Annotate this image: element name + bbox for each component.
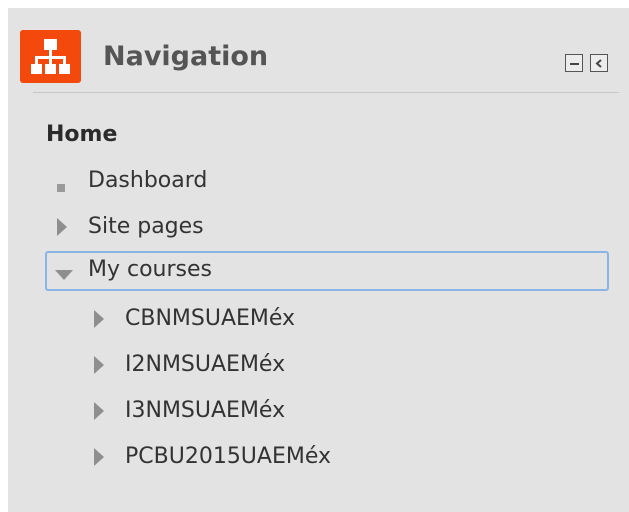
header-divider [33,92,619,93]
course-item[interactable]: I3NMSUAEMéx [88,395,488,429]
nav-item-label: Dashboard [88,168,208,193]
block-title: Navigation [103,41,269,72]
course-label: I2NMSUAEMéx [125,352,286,377]
course-item[interactable]: PCBU2015UAEMéx [88,441,488,475]
course-label: I3NMSUAEMéx [125,398,286,423]
block-header: Navigation [8,8,629,94]
dock-left-icon[interactable] [590,54,608,72]
triangle-right-icon[interactable] [56,217,68,241]
triangle-right-icon[interactable] [93,355,105,379]
course-item[interactable]: CBNMSUAEMéx [88,303,488,337]
course-label: PCBU2015UAEMéx [125,444,332,469]
block-controls [565,54,619,72]
nav-item-label: Site pages [88,214,204,239]
nav-item-dashboard[interactable]: Dashboard [48,165,348,199]
nav-item-label: My courses [88,257,212,282]
course-label: CBNMSUAEMéx [125,306,296,331]
course-item[interactable]: I2NMSUAEMéx [88,349,488,383]
minus-icon[interactable] [565,54,583,72]
triangle-right-icon[interactable] [93,309,105,333]
triangle-down-icon[interactable] [55,266,73,285]
triangle-right-icon[interactable] [93,401,105,425]
nav-home-link[interactable]: Home [46,121,117,149]
sitemap-icon [20,30,81,83]
navigation-block: Navigation Home Dashboard Site pages My … [8,8,629,512]
nav-item-site-pages[interactable]: Site pages [48,211,348,245]
square-bullet-icon [57,177,65,196]
nav-item-my-courses[interactable]: My courses [45,251,609,291]
triangle-right-icon[interactable] [93,447,105,471]
